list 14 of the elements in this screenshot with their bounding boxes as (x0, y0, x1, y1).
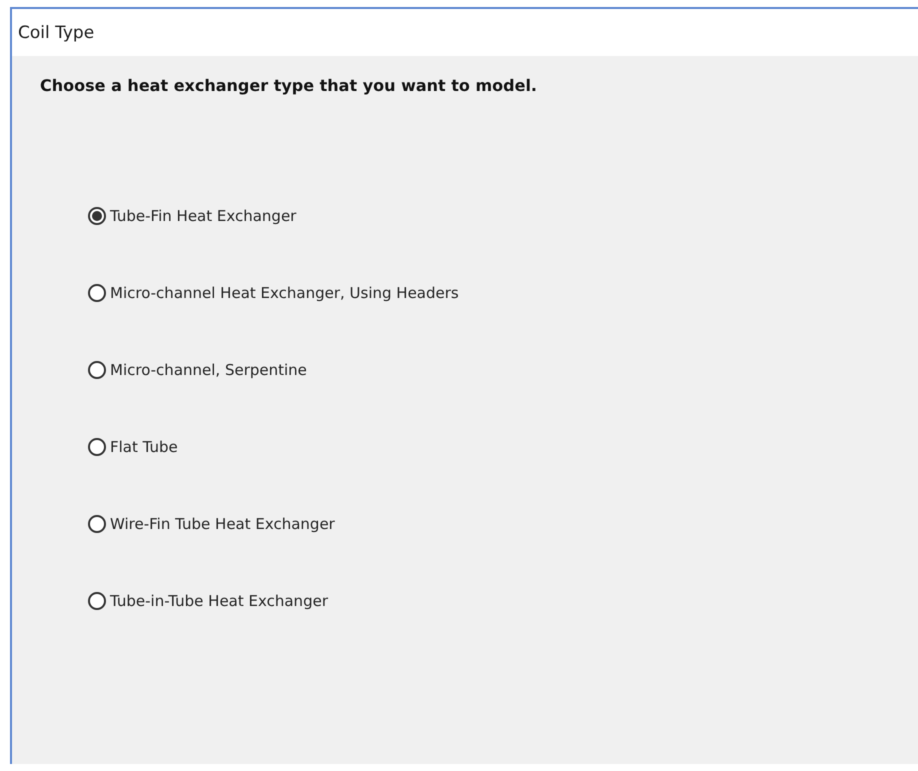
radio-button[interactable] (88, 592, 106, 610)
radio-button[interactable] (88, 438, 106, 456)
radio-option[interactable]: Wire-Fin Tube Heat Exchanger (88, 513, 335, 535)
radio-option[interactable]: Flat Tube (88, 436, 178, 458)
radio-option[interactable]: Tube-Fin Heat Exchanger (88, 205, 296, 227)
radio-button[interactable] (88, 361, 106, 379)
radio-button[interactable] (88, 207, 106, 225)
radio-button[interactable] (88, 284, 106, 302)
prompt-text: Choose a heat exchanger type that you want to model. (40, 76, 538, 95)
radio-option[interactable]: Tube-in-Tube Heat Exchanger (88, 590, 328, 612)
radio-button[interactable] (88, 515, 106, 533)
window-title: Coil Type (18, 22, 94, 42)
radio-option[interactable]: Micro-channel Heat Exchanger, Using Headers (88, 282, 459, 304)
radio-option[interactable]: Micro-channel, Serpentine (88, 359, 307, 381)
